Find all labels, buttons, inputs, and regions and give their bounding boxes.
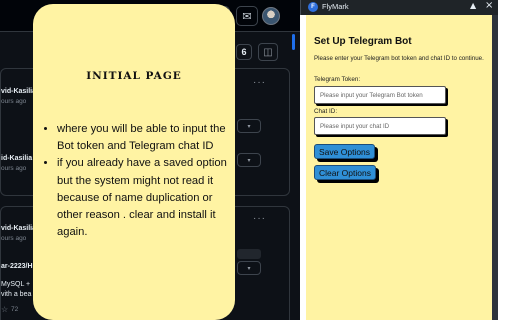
count-badge[interactable]: 6 (236, 44, 252, 60)
token-input[interactable] (314, 86, 446, 104)
kebab-icon[interactable]: ··· (253, 213, 266, 224)
onboarding-title: INITIAL PAGE (86, 70, 182, 82)
save-options-button[interactable]: Save Options (314, 144, 376, 159)
repo-description: vith a bea (1, 291, 32, 298)
feed-time: ours ago (1, 165, 27, 172)
placeholder-bar (237, 249, 261, 259)
chat-id-input[interactable] (314, 117, 446, 135)
onboarding-bullet: where you will be able to input the Bot … (57, 121, 235, 155)
dropdown-chevron-icon[interactable]: ▾ (237, 119, 261, 133)
feed-time: ours ago (1, 235, 27, 242)
kebab-icon[interactable]: ··· (253, 77, 266, 88)
inbox-icon[interactable]: ✉ (236, 6, 258, 26)
feed-time: ours ago (1, 98, 27, 105)
extension-name: FlyMark (322, 2, 349, 11)
clear-options-button[interactable]: Clear Options (314, 165, 376, 180)
dropdown-chevron-icon[interactable]: ▾ (237, 261, 261, 275)
repo-name[interactable]: ar-2223/H (1, 263, 33, 270)
scrollbar-thumb[interactable] (292, 34, 295, 50)
star-icon: ☆ (1, 305, 9, 314)
avatar[interactable] (262, 7, 280, 25)
extension-titlebar: F FlyMark ▲ × (300, 0, 498, 15)
panel-icon[interactable]: ◫ (258, 43, 278, 61)
dropdown-chevron-icon[interactable]: ▾ (237, 153, 261, 167)
feed-author[interactable]: id-Kasilia (1, 155, 32, 162)
chat-id-label: Chat ID: (314, 108, 338, 115)
onboarding-bullet: if you already have a saved option but t… (57, 155, 235, 241)
extension-panel: F FlyMark ▲ × Set Up Telegram Bot Please… (300, 0, 512, 320)
close-icon[interactable]: × (485, 0, 493, 11)
repo-description: MySQL + (1, 281, 31, 288)
feed-author[interactable]: vid-Kasilia (1, 88, 36, 95)
onboarding-list: where you will be able to input the Bot … (57, 121, 235, 241)
feed-author[interactable]: vid-Kasilia (1, 225, 36, 232)
setup-description: Please enter your Telegram bot token and… (314, 55, 484, 62)
flymark-logo: F (308, 2, 318, 12)
star-count: 72 (11, 306, 19, 313)
onboarding-card: INITIAL PAGE where you will be able to i… (33, 4, 235, 320)
token-label: Telegram Token: (314, 76, 361, 83)
panel-scrollbar[interactable] (492, 15, 498, 320)
setup-title: Set Up Telegram Bot (314, 36, 412, 47)
pin-icon[interactable]: ▲ (470, 1, 476, 10)
extension-body: Set Up Telegram Bot Please enter your Te… (306, 15, 492, 320)
